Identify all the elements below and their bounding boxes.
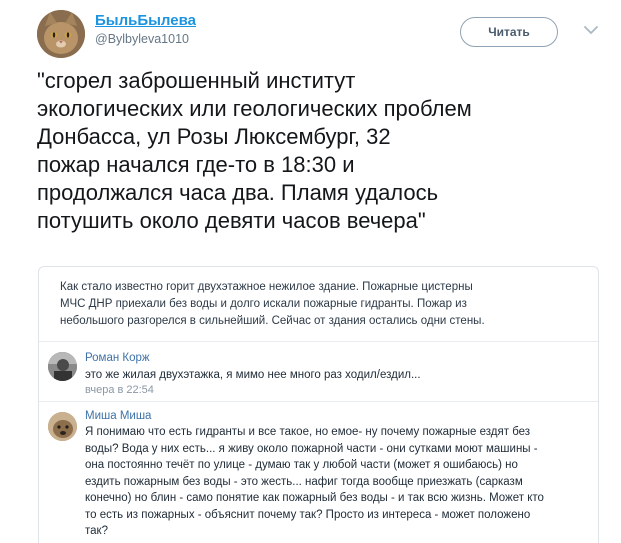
tweet-card: БыльБылева @Bylbyleva1010 Читать "сгорел… — [0, 0, 621, 543]
comment: Миша Миша Я понимаю что есть гидранты и … — [39, 401, 598, 543]
comment-text: это же жилая двухэтажка, я мимо нее мног… — [85, 367, 421, 384]
comment-text-line: конечно) но блин - само понятие как пожа… — [85, 492, 544, 504]
comment-text-line: ездить пожарным без воды - это жесть... … — [85, 475, 523, 488]
comment-author[interactable]: Роман Корж — [85, 351, 150, 365]
comment-text: Я понимаю что есть гидранты и все такое,… — [85, 424, 544, 540]
comment-text-line: Я понимаю что есть гидранты и все такое,… — [85, 426, 531, 438]
comment-text-line: это же жилая двухэтажка, я мимо нее мног… — [85, 369, 421, 381]
comment-text-line: она постоянно течёт по улице - думаю так… — [85, 459, 518, 471]
user-identity: БыльБылева @Bylbyleva1010 — [95, 12, 196, 48]
tweet-text-line: экологических или геологических проблем — [37, 96, 472, 121]
user-avatar[interactable] — [37, 10, 85, 58]
chevron-down-icon[interactable] — [580, 19, 602, 41]
follow-button[interactable]: Читать — [460, 17, 558, 47]
user-display-name[interactable]: БыльБылева — [95, 12, 196, 30]
embedded-post-text: Как стало известно горит двухэтажное неж… — [60, 279, 580, 330]
comment-author[interactable]: Миша Миша — [85, 409, 151, 423]
post-text-line: небольшого разгорелся в сильнейший. Сейч… — [60, 315, 485, 327]
tweet-text-line: Донбасса, ул Розы Люксембург, 32 — [37, 124, 391, 149]
tweet-text-line: продолжался часа два. Пламя удалось — [37, 180, 439, 205]
tweet-header: БыльБылева @Bylbyleva1010 Читать — [37, 8, 607, 60]
post-text-line: Как стало известно горит двухэтажное неж… — [60, 281, 473, 293]
comment-text-line: так? — [85, 525, 108, 537]
comment-avatar — [48, 412, 77, 441]
comment-text-line: то есть из пожарных - объяснит почему та… — [85, 508, 531, 521]
post-text-line: МЧС ДНР приехали без воды и долго искали… — [60, 298, 467, 310]
tweet-text: "сгорел заброшенный институт экологическ… — [37, 67, 607, 235]
user-handle[interactable]: @Bylbyleva1010 — [95, 30, 196, 48]
tweet-text-line: пожар начался где-то в 18:30 и — [37, 152, 355, 177]
comment-text-line: воды? Вода у них есть... я живу около по… — [85, 442, 538, 455]
comment-timestamp[interactable]: вчера в 22:54 — [85, 384, 154, 396]
comment-avatar — [48, 352, 77, 381]
comment: Роман Корж это же жилая двухэтажка, я ми… — [39, 341, 598, 401]
tweet-media-screenshot[interactable]: Как стало известно горит двухэтажное неж… — [38, 266, 599, 543]
tweet-text-line: потушить около девяти часов вечера" — [37, 208, 426, 233]
tweet-text-line: "сгорел заброшенный институт — [37, 68, 356, 93]
